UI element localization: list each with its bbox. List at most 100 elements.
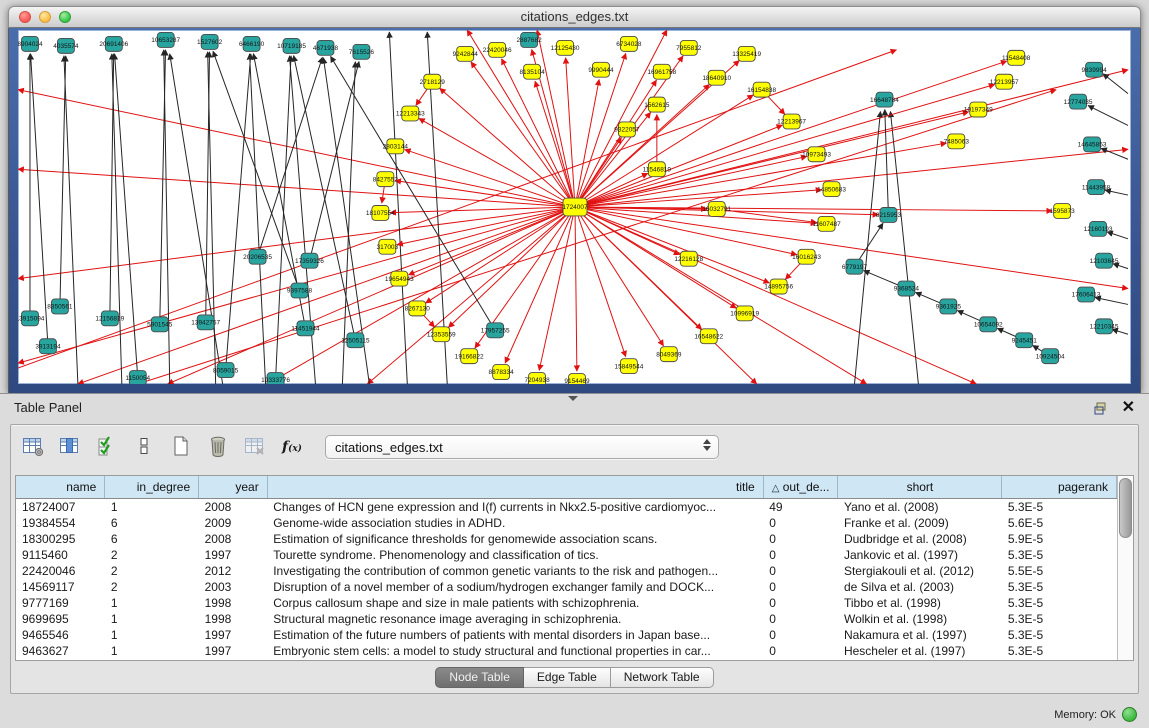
graph-node-7955812[interactable]: 7955812	[676, 40, 702, 55]
table-cell[interactable]: 1	[105, 595, 199, 611]
network-window-titlebar[interactable]: citations_edges.txt	[8, 6, 1141, 28]
graph-node-7485063[interactable]: 7485063	[944, 134, 970, 149]
graph-node-1562615[interactable]: 1562615	[644, 97, 670, 112]
table-cell[interactable]: 9777169	[16, 595, 105, 611]
table-cell[interactable]: 2012	[199, 563, 268, 579]
table-cell[interactable]: 2	[105, 547, 199, 563]
table-row[interactable]: 911546021997Tourette syndrome. Phenomeno…	[16, 547, 1117, 563]
table-cell[interactable]: 0	[763, 547, 838, 563]
table-cell[interactable]: Tibbo et al. (1998)	[838, 595, 1002, 611]
table-row[interactable]: 1830029562008Estimation of significance …	[16, 531, 1117, 547]
table-cell[interactable]: Wolkin et al. (1998)	[838, 611, 1002, 627]
graph-node-1527602[interactable]: 1527602	[197, 34, 223, 49]
graph-node-7204938[interactable]: 7204938	[524, 373, 550, 384]
graph-node-317003[interactable]: 317003	[377, 239, 399, 254]
graph-node-11443958[interactable]: 11443958	[1082, 180, 1111, 195]
graph-node-14645853[interactable]: 14645853	[1078, 137, 1107, 152]
graph-node-1724007[interactable]: 1724007	[562, 198, 588, 216]
table-cell[interactable]: 49	[763, 499, 838, 516]
table-cell[interactable]: 0	[763, 563, 838, 579]
column-header-title[interactable]: title	[267, 476, 763, 499]
table-cell[interactable]: 6	[105, 531, 199, 547]
row-selection-checks-button[interactable]	[93, 433, 121, 461]
table-cell[interactable]: 2003	[199, 579, 268, 595]
table-cell[interactable]: 1	[105, 643, 199, 659]
table-cell[interactable]: 0	[763, 611, 838, 627]
table-cell[interactable]: 1	[105, 611, 199, 627]
graph-node-18107554[interactable]: 18107554	[366, 206, 395, 221]
graph-node-8267130[interactable]: 8267130	[405, 301, 431, 316]
graph-node-9839994[interactable]: 9839994	[1081, 62, 1107, 77]
table-row[interactable]: 977716911998Corpus callosum shape and si…	[16, 595, 1117, 611]
graph-node-2803144[interactable]: 2803144	[383, 139, 409, 154]
column-visibility-button[interactable]	[56, 433, 84, 461]
column-header-out_degree[interactable]: △ out_de...	[763, 476, 838, 499]
graph-node-9322057[interactable]: 9322057	[614, 122, 640, 137]
graph-node-18640910[interactable]: 18640910	[702, 70, 731, 85]
graph-node-2718129[interactable]: 2718129	[420, 74, 446, 89]
graph-node-8350561[interactable]: 8350561	[47, 299, 73, 314]
table-scrollbar[interactable]	[1117, 476, 1133, 660]
table-cell[interactable]: 18724007	[16, 499, 105, 516]
graph-node-10996919[interactable]: 10996919	[730, 306, 759, 321]
table-cell[interactable]: 0	[763, 595, 838, 611]
table-cell[interactable]: Jankovic et al. (1997)	[838, 547, 1002, 563]
table-cell[interactable]: 19384554	[16, 515, 105, 531]
graph-node-11548408[interactable]: 11548408	[1002, 50, 1031, 65]
graph-node-12213967[interactable]: 12213967	[777, 114, 806, 129]
graph-node-6466190[interactable]: 6466190	[239, 36, 265, 51]
float-panel-icon[interactable]	[1094, 402, 1108, 415]
split-view-button[interactable]	[130, 433, 158, 461]
new-column-button[interactable]	[167, 433, 195, 461]
graph-node-3913194[interactable]: 3913194	[35, 339, 61, 354]
table-cell[interactable]: 2	[105, 563, 199, 579]
table-row[interactable]: 946554611997Estimation of the future num…	[16, 627, 1117, 643]
table-cell[interactable]: Disruption of a novel member of a sodium…	[267, 579, 763, 595]
graph-node-20691406[interactable]: 20691406	[99, 36, 128, 51]
graph-node-16016243[interactable]: 16016243	[792, 249, 821, 264]
graph-node-9368524[interactable]: 9368524	[894, 281, 920, 296]
table-scrollbar-thumb[interactable]	[1119, 478, 1132, 538]
graph-node-17606413[interactable]: 17606413	[1072, 287, 1101, 302]
graph-node-8427552[interactable]: 8427552	[373, 172, 399, 187]
table-cell[interactable]: 1	[105, 627, 199, 643]
table-cell[interactable]: Stergiakouli et al. (2012)	[838, 563, 1002, 579]
table-cell[interactable]: 5.3E-5	[1002, 611, 1117, 627]
graph-node-8135104[interactable]: 8135104	[519, 64, 545, 79]
table-row[interactable]: 969969511998Structural magnetic resonanc…	[16, 611, 1117, 627]
table-row[interactable]: 946362711997Embryonic stem cells: a mode…	[16, 643, 1117, 659]
graph-node-6734028[interactable]: 6734028	[616, 36, 642, 51]
table-cell[interactable]: Franke et al. (2009)	[838, 515, 1002, 531]
table-row[interactable]: 1456911722003Disruption of a novel membe…	[16, 579, 1117, 595]
graph-node-17957255[interactable]: 17957255	[481, 323, 510, 338]
table-cell[interactable]: 5.3E-5	[1002, 499, 1117, 516]
table-row[interactable]: 1938455462009Genome-wide association stu…	[16, 515, 1117, 531]
table-cell[interactable]: 1997	[199, 627, 268, 643]
graph-node-12213343[interactable]: 12213343	[396, 106, 425, 121]
close-window-button[interactable]	[19, 11, 31, 23]
table-cell[interactable]: 9699695	[16, 611, 105, 627]
graph-node-4035574[interactable]: 4035574	[53, 38, 79, 53]
table-cell[interactable]: Investigating the contribution of common…	[267, 563, 763, 579]
graph-node-12216128[interactable]: 12216128	[674, 251, 703, 266]
table-cell[interactable]: 5.9E-5	[1002, 531, 1117, 547]
table-cell[interactable]: 9463627	[16, 643, 105, 659]
column-header-year[interactable]: year	[199, 476, 268, 499]
graph-node-8049369[interactable]: 8049369	[656, 347, 682, 362]
tab-edge-table[interactable]: Edge Table	[524, 667, 611, 688]
graph-node-13942757[interactable]: 13942757	[191, 315, 220, 330]
table-cell[interactable]: 9465546	[16, 627, 105, 643]
table-cell[interactable]: 5.3E-5	[1002, 627, 1117, 643]
table-cell[interactable]: Hescheler et al. (1997)	[838, 643, 1002, 659]
minimize-window-button[interactable]	[39, 11, 51, 23]
table-cell[interactable]: 5.3E-5	[1002, 579, 1117, 595]
table-cell[interactable]: Changes of HCN gene expression and I(f) …	[267, 499, 763, 516]
graph-node-9242844[interactable]: 9242844	[453, 46, 479, 61]
table-cell[interactable]: 5.3E-5	[1002, 547, 1117, 563]
table-cell[interactable]: Yano et al. (2008)	[838, 499, 1002, 516]
table-cell[interactable]: Tourette syndrome. Phenomenology and cla…	[267, 547, 763, 563]
table-cell[interactable]: Estimation of significance thresholds fo…	[267, 531, 763, 547]
table-cell[interactable]: Structural magnetic resonance image aver…	[267, 611, 763, 627]
column-header-name[interactable]: name	[16, 476, 105, 499]
graph-node-9361925[interactable]: 9361925	[936, 299, 962, 314]
